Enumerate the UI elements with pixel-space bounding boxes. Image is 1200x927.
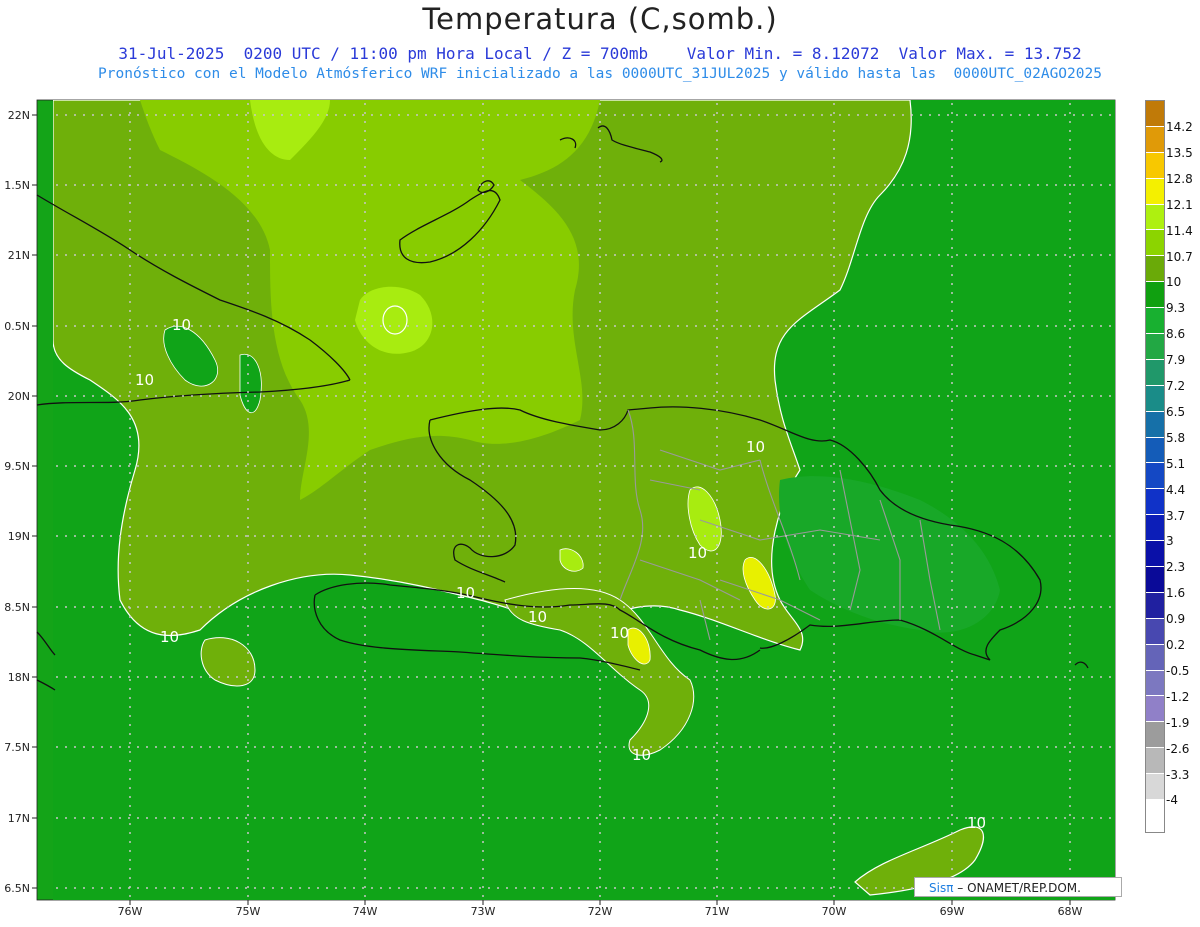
colorbar-label: 5.8 xyxy=(1166,430,1186,445)
lat-label: 20N xyxy=(7,390,30,403)
colorbar-label: -2.6 xyxy=(1166,741,1190,756)
contour-label: 10 xyxy=(746,438,765,456)
colorbar-label: -3.3 xyxy=(1166,767,1190,782)
colorbar-swatch xyxy=(1146,463,1164,490)
contour-label: 10 xyxy=(688,544,707,562)
contour-label: 10 xyxy=(456,584,475,602)
colorbar-label: 9.3 xyxy=(1166,301,1186,316)
colorbar-label: 14.2 xyxy=(1166,120,1193,134)
colorbar-swatch xyxy=(1146,437,1164,464)
contour-label: 10 xyxy=(610,624,629,642)
contour-label: 10 xyxy=(967,814,986,832)
lon-label: 74W xyxy=(352,905,378,918)
colorbar-label: 3.7 xyxy=(1166,508,1186,523)
lon-label: 71W xyxy=(704,905,730,918)
lat-label: 22N xyxy=(7,109,30,122)
credit-brand: Sisπ xyxy=(929,881,954,895)
lat-label: 0.5N xyxy=(4,320,30,333)
lat-label: 1.5N xyxy=(4,179,30,192)
lat-label: 9.5N xyxy=(4,460,30,473)
colorbar-swatch xyxy=(1146,800,1164,833)
colorbar-swatch xyxy=(1146,256,1164,283)
colorbar-swatch xyxy=(1146,748,1164,775)
colorbar xyxy=(1145,100,1165,834)
colorbar-label: 10.7 xyxy=(1166,249,1193,264)
lon-label: 68W xyxy=(1057,905,1083,918)
colorbar-label: 0.9 xyxy=(1166,612,1186,627)
colorbar-swatch xyxy=(1146,178,1164,205)
colorbar-label: 13.5 xyxy=(1166,145,1193,160)
colorbar-swatch xyxy=(1146,489,1164,516)
colorbar-swatch xyxy=(1146,385,1164,412)
colorbar-label: 1.6 xyxy=(1166,586,1186,601)
colorbar-swatch xyxy=(1146,101,1164,127)
contour-label: 10 xyxy=(135,371,154,389)
lon-label: 69W xyxy=(939,905,965,918)
lat-label: 21N xyxy=(7,249,30,262)
colorbar-label: 11.4 xyxy=(1166,223,1193,238)
colorbar-swatch xyxy=(1146,541,1164,568)
lat-label: 7.5N xyxy=(4,741,30,754)
colorbar-swatch xyxy=(1146,204,1164,231)
colorbar-label: 8.6 xyxy=(1166,327,1186,342)
contour-label: 10 xyxy=(172,316,191,334)
colorbar-label: -1.2 xyxy=(1166,689,1190,704)
colorbar-swatch xyxy=(1146,230,1164,257)
colorbar-label: 3 xyxy=(1166,534,1174,549)
colorbar-swatch xyxy=(1146,152,1164,179)
colorbar-swatch xyxy=(1146,334,1164,360)
colorbar-swatch xyxy=(1146,126,1164,153)
colorbar-swatch xyxy=(1146,644,1164,671)
lat-label: 6.5N xyxy=(4,882,30,895)
colorbar-label: 12.8 xyxy=(1166,171,1193,186)
colorbar-swatch xyxy=(1146,567,1164,593)
colorbar-swatch xyxy=(1146,359,1164,386)
lon-label: 73W xyxy=(470,905,496,918)
lon-label: 76W xyxy=(117,905,143,918)
colorbar-swatch xyxy=(1146,722,1164,749)
credit-box: Sisπ – ONAMET/REP.DOM. xyxy=(914,877,1122,897)
colorbar-swatch xyxy=(1146,411,1164,438)
colorbar-label: 5.1 xyxy=(1166,456,1186,471)
contour-label: 10 xyxy=(160,628,179,646)
colorbar-swatch xyxy=(1146,670,1164,697)
colorbar-label: 6.5 xyxy=(1166,404,1186,419)
contour-label: 10 xyxy=(632,746,651,764)
colorbar-label: 7.9 xyxy=(1166,353,1186,368)
colorbar-label: 0.2 xyxy=(1166,638,1186,652)
colorbar-swatch xyxy=(1146,308,1164,335)
contour-label: 10 xyxy=(528,608,547,626)
lon-label: 70W xyxy=(821,905,847,918)
temperature-map: 10 10 10 10 10 10 10 10 10 10 xyxy=(32,99,1116,905)
credit-text: – ONAMET/REP.DOM. xyxy=(957,881,1081,895)
colorbar-swatch xyxy=(1146,774,1164,801)
colorbar-swatch xyxy=(1146,515,1164,542)
colorbar-label: 4.4 xyxy=(1166,482,1186,497)
colorbar-label: -1.9 xyxy=(1166,715,1190,730)
colorbar-swatch xyxy=(1146,696,1164,723)
colorbar-swatch xyxy=(1146,618,1164,645)
lat-label: 17N xyxy=(7,812,30,825)
colorbar-label: 7.2 xyxy=(1166,379,1186,393)
colorbar-label: 2.3 xyxy=(1166,560,1186,575)
colorbar-swatch xyxy=(1146,282,1164,309)
lon-label: 72W xyxy=(587,905,613,918)
lat-label: 19N xyxy=(7,530,30,543)
colorbar-label: 12.1 xyxy=(1166,197,1193,212)
colorbar-label: -0.5 xyxy=(1166,663,1190,678)
lon-label: 75W xyxy=(235,905,261,918)
colorbar-label: 10 xyxy=(1166,275,1182,290)
colorbar-swatch xyxy=(1146,592,1164,619)
lat-label: 18N xyxy=(7,671,30,684)
colorbar-label: -4 xyxy=(1166,793,1178,808)
lat-label: 8.5N xyxy=(4,601,30,614)
